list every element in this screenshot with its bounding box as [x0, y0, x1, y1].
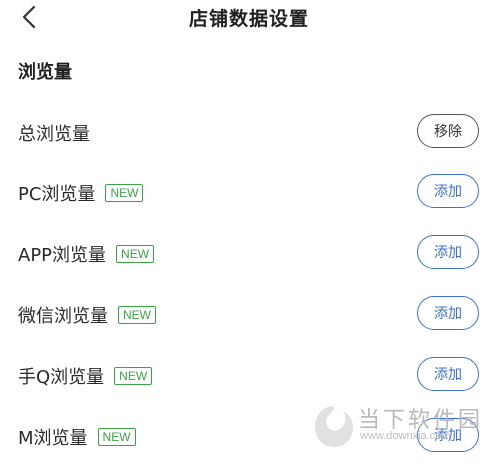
row-label: 手Q浏览量 NEW [18, 363, 153, 389]
new-badge: NEW [116, 245, 155, 263]
row-total-views: 总浏览量 移除 [0, 114, 498, 154]
new-badge: NEW [118, 306, 156, 324]
row-label: M浏览量 NEW [18, 424, 136, 450]
section-title: 浏览量 [18, 62, 72, 83]
row-label: 总浏览量 [18, 120, 90, 146]
row-name: 手Q浏览量 [18, 367, 105, 388]
row-wechat-views: 微信浏览量 NEW 添加 [0, 296, 498, 336]
row-name: 总浏览量 [18, 124, 90, 145]
row-mobile-qq-views: 手Q浏览量 NEW 添加 [0, 357, 498, 397]
row-pc-views: PC浏览量 NEW 添加 [0, 174, 498, 214]
remove-button[interactable]: 移除 [417, 114, 479, 148]
row-m-views: M浏览量 NEW 添加 [0, 418, 498, 458]
new-badge: NEW [105, 184, 144, 202]
row-name: 微信浏览量 [18, 306, 108, 327]
row-label: APP浏览量 NEW [18, 241, 155, 267]
new-badge: NEW [114, 367, 153, 385]
add-button[interactable]: 添加 [417, 235, 479, 269]
page: 店铺数据设置 浏览量 总浏览量 移除 PC浏览量 NEW 添加 APP浏览量 N… [0, 0, 498, 469]
page-title: 店铺数据设置 [188, 8, 309, 30]
add-button[interactable]: 添加 [417, 418, 479, 452]
row-name: APP浏览量 [18, 245, 107, 266]
add-button[interactable]: 添加 [417, 174, 479, 208]
add-button[interactable]: 添加 [417, 357, 479, 391]
row-label: PC浏览量 NEW [18, 180, 144, 206]
row-name: PC浏览量 [18, 184, 96, 205]
add-button[interactable]: 添加 [417, 296, 479, 330]
row-app-views: APP浏览量 NEW 添加 [0, 235, 498, 275]
header: 店铺数据设置 [0, 0, 498, 34]
row-name: M浏览量 [18, 428, 88, 449]
new-badge: NEW [97, 428, 136, 446]
row-label: 微信浏览量 NEW [18, 302, 156, 328]
